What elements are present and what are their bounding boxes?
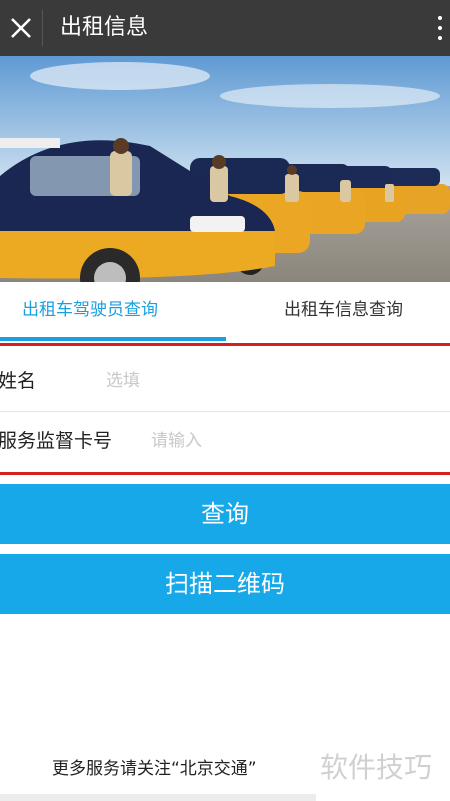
card-number-input[interactable] <box>151 412 431 470</box>
query-button[interactable]: 查询 <box>0 484 450 544</box>
taxi-banner-image <box>0 56 450 282</box>
highlight-line-top <box>0 343 450 346</box>
card-row: 服务监督卡号 <box>0 412 450 470</box>
active-tab-indicator <box>0 337 226 341</box>
scan-qr-button[interactable]: 扫描二维码 <box>0 554 450 614</box>
more-icon <box>438 16 442 20</box>
name-row: 姓名 <box>0 352 450 410</box>
highlight-line-bottom <box>0 472 450 475</box>
tab-driver-query[interactable]: 出租车驾驶员查询 <box>22 282 158 338</box>
tab-bar: 出租车驾驶员查询 出租车信息查询 <box>0 282 450 342</box>
more-icon-dot <box>438 26 442 30</box>
tab-taxi-info-query[interactable]: 出租车信息查询 <box>284 282 403 338</box>
close-button[interactable] <box>0 0 42 56</box>
name-input[interactable] <box>106 352 426 410</box>
header-divider <box>42 10 43 46</box>
footer-text: 更多服务请关注“北京交通” <box>52 759 257 779</box>
name-label: 姓名 <box>0 370 37 392</box>
page-title: 出租信息 <box>60 15 149 40</box>
card-label: 服务监督卡号 <box>0 430 113 452</box>
close-icon <box>11 18 31 38</box>
more-icon-dot <box>438 36 442 40</box>
watermark: 软件技巧 <box>320 751 433 784</box>
more-menu-button[interactable] <box>430 0 450 56</box>
top-bar: 出租信息 <box>0 0 450 56</box>
bottom-strip <box>0 794 316 801</box>
